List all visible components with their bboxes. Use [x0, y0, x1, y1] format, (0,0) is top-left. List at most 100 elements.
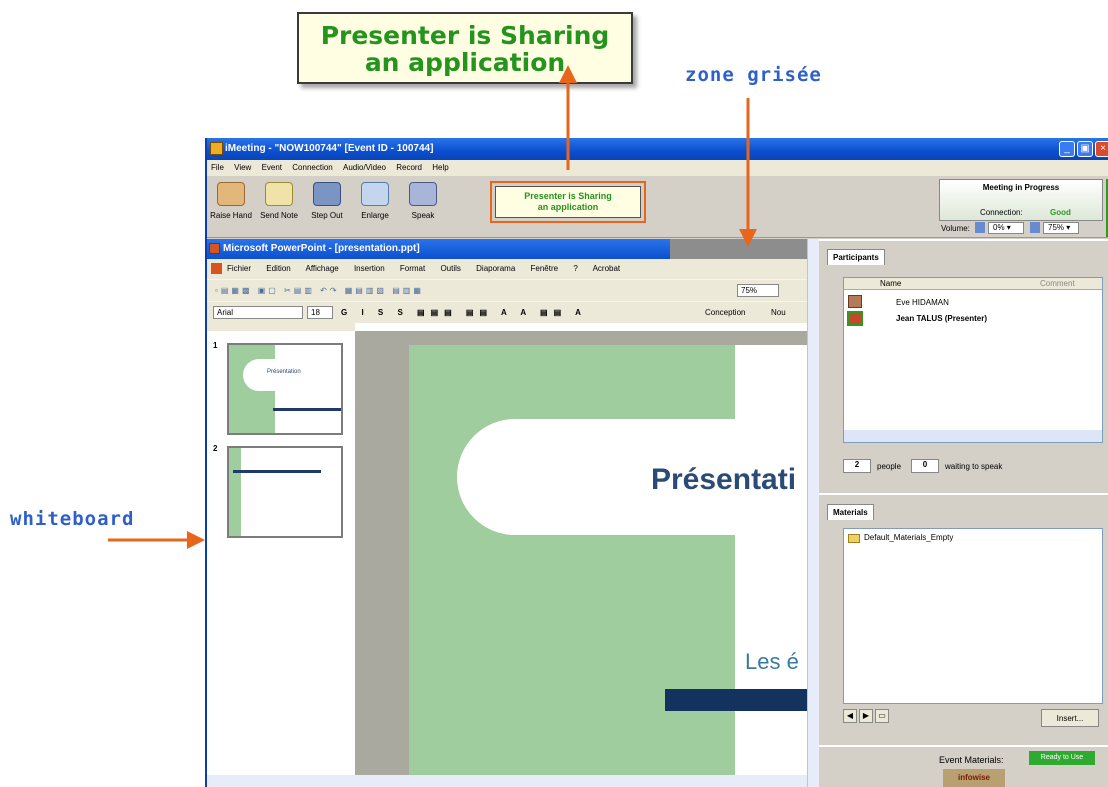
ppt-standard-toolbar: ▫▤▦▩ ▣▢ ✂▤▥ ↶↷ ▦▤▥▧ ▤▥▦ 75% [207, 279, 807, 301]
participant-avatar-icon [848, 295, 862, 308]
ppt-menu-edition[interactable]: Edition [266, 264, 290, 273]
horizontal-scrollbar[interactable] [207, 775, 807, 787]
zoom-select[interactable]: 75% [737, 284, 779, 297]
current-slide[interactable]: Présentati Les é [409, 345, 807, 785]
ppt-menubar: Fichier Edition Affichage Insertion Form… [207, 259, 807, 279]
thumb2-bar [233, 470, 321, 473]
people-count: 2 [843, 459, 871, 473]
ppt-menu-outils[interactable]: Outils [440, 264, 460, 273]
thumb-tabs[interactable] [207, 323, 355, 331]
thumb1-title: Présentation [267, 369, 301, 375]
connection-value: Good [1050, 208, 1071, 217]
prev-icon[interactable]: ◀ [843, 709, 857, 723]
participants-hscroll[interactable] [844, 430, 1102, 442]
brand-logo: infowise [943, 769, 1005, 787]
ppt-menu-affichage[interactable]: Affichage [306, 264, 339, 273]
main-menubar: File View Event Connection Audio/Video R… [207, 160, 1108, 176]
menu-file[interactable]: File [211, 163, 224, 172]
callout-line-2: an application [364, 48, 566, 77]
speaker-icon [975, 222, 985, 233]
raise-hand-button[interactable]: Raise Hand [209, 182, 253, 220]
menu-event[interactable]: Event [262, 163, 282, 172]
volume-in-select[interactable]: 0% ▾ [988, 222, 1024, 234]
insert-button[interactable]: Insert... [1041, 709, 1099, 727]
participant-row-1[interactable]: Eve HIDAMAN [896, 298, 949, 307]
zone-grisee-label: zone grisée [685, 64, 822, 86]
event-materials-label: Event Materials: [939, 755, 1004, 765]
enlarge-button[interactable]: Enlarge [353, 182, 397, 220]
menu-view[interactable]: View [234, 163, 251, 172]
presenter-avatar-icon [847, 311, 863, 326]
volume-out-select[interactable]: 75% ▾ [1043, 222, 1079, 234]
nouvelle-button[interactable]: Nou [771, 302, 786, 324]
participant-row-2[interactable]: Jean TALUS (Presenter) [896, 314, 987, 323]
raise-hand-label: Raise Hand [210, 211, 252, 220]
standard-toolbar-icons[interactable]: ▫▤▦▩ ▣▢ ✂▤▥ ↶↷ ▦▤▥▧ ▤▥▦ [215, 286, 424, 295]
callout-line-1: Presenter is Sharing [320, 21, 610, 50]
participants-list: Name Comment Eve HIDAMAN Jean TALUS (Pre… [843, 277, 1103, 443]
step-out-icon [313, 182, 341, 206]
share-status-box: Presenter is Sharing an application [490, 181, 646, 223]
font-size-select[interactable]: 18 [307, 306, 333, 319]
step-out-button[interactable]: Step Out [305, 182, 349, 220]
ppt-menu-help[interactable]: ? [573, 264, 577, 273]
speak-icon [409, 182, 437, 206]
speak-button[interactable]: Speak [401, 182, 445, 220]
annotation-callout: Presenter is Sharing an application [297, 12, 633, 84]
panel-divider [819, 493, 1108, 495]
slide-bar [665, 689, 807, 711]
conception-button[interactable]: Conception [705, 302, 745, 324]
maximize-icon[interactable]: ▣ [1077, 141, 1093, 157]
ready-to-use-badge: Ready to Use [1029, 751, 1095, 765]
waiting-count: 0 [911, 459, 939, 473]
ppt-menu-fichier[interactable]: Fichier [227, 264, 251, 273]
vertical-scrollbar[interactable] [807, 239, 819, 787]
send-note-icon [265, 182, 293, 206]
font-size-value: 18 [311, 308, 320, 317]
minimize-icon[interactable]: _ [1059, 141, 1075, 157]
enlarge-icon [361, 182, 389, 206]
folder-icon [848, 534, 860, 543]
ppt-format-toolbar: Arial 18 G I S S ▤▤▤ ▤▤ A A ▤▤ A Concept… [207, 301, 807, 323]
whiteboard-label: whiteboard [10, 508, 135, 530]
raise-hand-icon [217, 182, 245, 206]
meeting-status-heading: Meeting in Progress [982, 183, 1060, 192]
meeting-status-box: Meeting in Progress Connection: Good [939, 179, 1103, 221]
participants-header: Name Comment [844, 278, 1102, 290]
format-toolbar-icons[interactable]: G I S S ▤▤▤ ▤▤ A A ▤▤ A [341, 302, 587, 324]
thumb1-rounded-shape [243, 359, 341, 391]
ppt-menu-fenetre[interactable]: Fenêtre [531, 264, 559, 273]
slide-thumbnail-1[interactable]: Présentation [227, 343, 343, 435]
ppt-menu-acrobat[interactable]: Acrobat [593, 264, 621, 273]
slide-thumbnails: 1 Présentation 2 [207, 331, 355, 775]
greyed-zone [670, 239, 807, 259]
ppt-menu-diaporama[interactable]: Diaporama [476, 264, 515, 273]
right-divider [819, 239, 1108, 241]
connection-label: Connection: [980, 208, 1023, 217]
slide-thumbnail-2[interactable] [227, 446, 343, 538]
page-icon[interactable]: ▭ [875, 709, 889, 723]
slide-number-2: 2 [213, 444, 218, 453]
mic-icon [1030, 222, 1040, 233]
enlarge-label: Enlarge [361, 211, 389, 220]
ppt-menu-insertion[interactable]: Insertion [354, 264, 385, 273]
menu-record[interactable]: Record [396, 163, 422, 172]
font-select[interactable]: Arial [213, 306, 303, 319]
volume-out-value: 75% [1048, 223, 1065, 232]
ppt-titlebar: Microsoft PowerPoint - [presentation.ppt… [207, 239, 670, 259]
next-icon[interactable]: ▶ [859, 709, 873, 723]
material-item[interactable]: Default_Materials_Empty [864, 533, 953, 542]
participants-tab[interactable]: Participants [827, 249, 885, 265]
menu-connection[interactable]: Connection [292, 163, 332, 172]
send-note-button[interactable]: Send Note [257, 182, 301, 220]
step-out-label: Step Out [311, 211, 343, 220]
menu-audio-video[interactable]: Audio/Video [343, 163, 386, 172]
col-name: Name [880, 279, 902, 288]
materials-tab[interactable]: Materials [827, 504, 874, 520]
ppt-menu-format[interactable]: Format [400, 264, 425, 273]
close-icon[interactable]: × [1095, 141, 1108, 157]
shared-application-area: Microsoft PowerPoint - [presentation.ppt… [207, 239, 819, 787]
ppt-title: Microsoft PowerPoint - [presentation.ppt… [223, 243, 420, 254]
waiting-label: waiting to speak [945, 462, 1003, 471]
menu-help[interactable]: Help [432, 163, 448, 172]
